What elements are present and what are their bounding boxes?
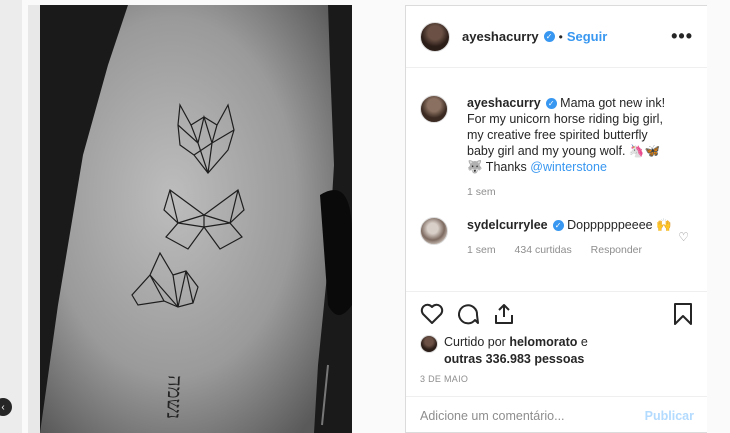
comments-list: ayeshacurry ✓ Mama got new ink! For my un… — [406, 69, 708, 291]
caption-username[interactable]: ayeshacurry — [467, 96, 541, 110]
comment-meta: 1 sem 434 curtidas Responder — [467, 242, 677, 258]
more-icon[interactable]: ••• — [671, 26, 693, 47]
caption-meta: 1 sem — [467, 184, 677, 200]
liked-by-prefix: Curtido por — [444, 335, 510, 349]
post-side-panel: ayeshacurry ✓ • Seguir ••• ayeshacurry ✓ … — [405, 5, 708, 433]
bookmark-icon[interactable] — [672, 302, 694, 326]
caption-body: ayeshacurry ✓ Mama got new ink! For my un… — [467, 95, 677, 200]
publish-button[interactable]: Publicar — [645, 409, 694, 423]
tattoo-script-text: נשמה — [162, 375, 188, 420]
post-date[interactable]: 3 DE MAIO — [420, 374, 694, 384]
liked-by-user[interactable]: helomorato — [509, 335, 577, 349]
verified-icon: ✓ — [543, 31, 555, 42]
verified-icon: ✓ — [545, 98, 557, 109]
author-avatar[interactable] — [420, 21, 450, 52]
comment-body: sydelcurrylee ✓ Doppppppeeee 🙌 1 sem 434 … — [467, 217, 677, 258]
post-actions: Curtido por helomorato e outras 336.983 … — [406, 291, 708, 391]
tattoo-arm-image: נשמה — [28, 5, 352, 433]
comment-icon[interactable] — [456, 302, 480, 326]
comment-time[interactable]: 1 sem — [467, 244, 496, 256]
action-icons — [420, 300, 694, 328]
liker-avatar[interactable] — [420, 335, 438, 353]
comment-likes[interactable]: 434 curtidas — [515, 244, 572, 256]
instagram-post-view: ‹ נשמה ayeshacurry ✓ • Seguir ••• ayesha… — [0, 0, 730, 433]
previous-post-gutter — [0, 0, 22, 433]
liked-by-others-link[interactable]: outras 336.983 pessoas — [444, 352, 584, 366]
author-username[interactable]: ayeshacurry — [462, 29, 539, 44]
post-photo[interactable]: נשמה — [28, 5, 352, 433]
comment-like-heart-icon[interactable]: ♡ — [678, 230, 689, 244]
comment-username[interactable]: sydelcurrylee — [467, 218, 548, 232]
likes-summary: Curtido por helomorato e outras 336.983 … — [420, 334, 694, 368]
add-comment-bar: Adicione um comentário... Publicar — [406, 396, 708, 433]
caption-author-avatar[interactable] — [420, 95, 448, 123]
page-right-margin — [707, 5, 730, 433]
caption-time[interactable]: 1 sem — [467, 186, 496, 198]
share-icon[interactable] — [492, 302, 516, 326]
follow-button[interactable]: Seguir — [567, 29, 607, 44]
comment-input[interactable]: Adicione um comentário... — [420, 409, 565, 423]
commenter-avatar[interactable] — [420, 217, 448, 245]
caption-mention-link[interactable]: @winterstone — [530, 160, 607, 174]
comment-reply-button[interactable]: Responder — [591, 244, 642, 256]
heart-icon[interactable] — [420, 303, 444, 325]
liked-by-suffix: e — [577, 335, 588, 349]
comment-text: Doppppppeeee 🙌 — [567, 218, 672, 232]
verified-icon: ✓ — [552, 220, 564, 231]
post-header: ayeshacurry ✓ • Seguir ••• — [406, 6, 707, 68]
separator-dot: • — [558, 29, 563, 44]
likes-text: Curtido por helomorato e outras 336.983 … — [444, 334, 588, 368]
